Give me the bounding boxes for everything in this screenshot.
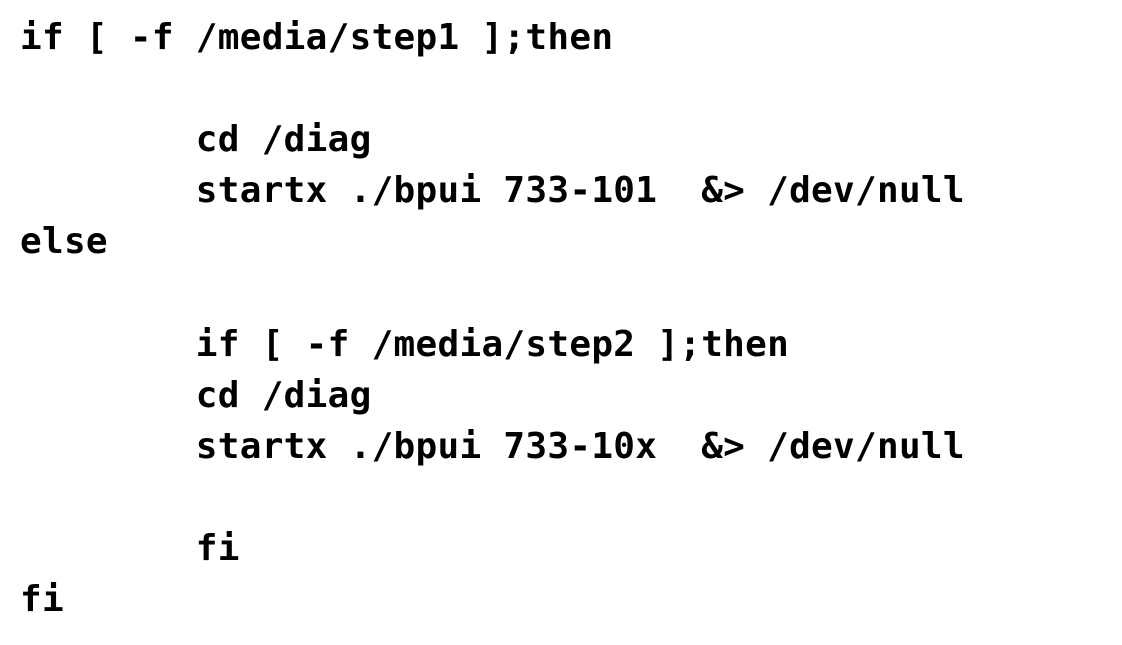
shell-script-code-block: if [ -f /media/step1 ];then cd /diag sta…: [20, 12, 965, 625]
code-content: if [ -f /media/step1 ];then cd /diag sta…: [20, 17, 965, 620]
